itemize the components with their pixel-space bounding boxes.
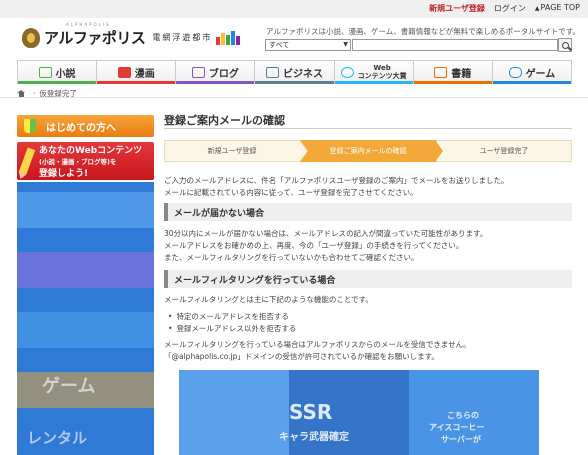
body-line: 30分以内にメールが届かない場合は、メールアドレスの記入が間違っていた可能性があ… bbox=[164, 229, 488, 238]
nav-item-game[interactable]: ゲーム bbox=[492, 61, 571, 84]
step-label: 登録ご案内メールの確認 bbox=[329, 147, 407, 155]
books-illustration-icon bbox=[216, 30, 241, 45]
intro-line: メールに記載されている内容に従って、ユーザ登録を完了させてください。 bbox=[164, 188, 418, 197]
nav-item-label: ブログ bbox=[208, 68, 239, 80]
step-3: ユーザ登録完了 bbox=[436, 140, 572, 162]
body-line: メールアドレスをお確かめの上、再度、今の「ユーザ登録」の手続きを行ってください。 bbox=[164, 241, 464, 250]
nav-underline bbox=[413, 81, 492, 84]
nav-item-label: ゲーム bbox=[525, 68, 556, 80]
chevron-right-icon: › bbox=[33, 90, 36, 97]
nav-underline bbox=[255, 81, 334, 84]
nav-underline bbox=[492, 81, 571, 84]
site-logo[interactable]: ALPHAPOLIS アルファポリス 電網浮遊都市 bbox=[22, 22, 241, 48]
nav-item-business[interactable]: ビジネス bbox=[255, 61, 335, 84]
nav-item-blog[interactable]: ブログ bbox=[176, 61, 256, 84]
chevron-down-icon: ▼ bbox=[343, 41, 348, 48]
nav-item-label: ビジネス bbox=[282, 68, 323, 80]
webcontent-line1: あなたのWebコンテンツ bbox=[39, 146, 143, 156]
banner-panel bbox=[17, 312, 154, 348]
pagetop-label: PAGE TOP bbox=[540, 3, 580, 12]
intro-line: ご入力のメールアドレスに、件名「アルファポリスユーザ登録のご案内」でメールをお送… bbox=[164, 176, 509, 185]
nav-item-label: Web コンテンツ大賞 bbox=[357, 64, 407, 80]
first-time-guide-label: はじめての方へ bbox=[46, 122, 116, 134]
banner-panel bbox=[17, 252, 154, 288]
nav-underline bbox=[176, 81, 255, 84]
ad-panel bbox=[179, 370, 289, 455]
logo-text: アルファポリス bbox=[44, 29, 146, 47]
nav-item-manga[interactable]: 漫画 bbox=[97, 61, 177, 84]
triangle-up-icon: ▲ bbox=[534, 5, 540, 12]
ad-text: こちらの bbox=[447, 411, 479, 420]
logo-ruby: ALPHAPOLIS bbox=[66, 22, 111, 27]
page-title: 登録ご案内メールの確認 bbox=[164, 114, 285, 127]
list-item: 登録メールアドレス以外を拒否する bbox=[168, 323, 296, 335]
progress-steps: 新規ユーザ登録 登録ご案内メールの確認 ユーザ登録完了 bbox=[164, 140, 572, 162]
nav-item-label: 書籍 bbox=[451, 68, 472, 80]
logo-subtitle: 電網浮遊都市 bbox=[152, 33, 213, 42]
register-web-content-text: あなたのWebコンテンツ (小説・漫画・ブログ等)を 登録しよう! bbox=[39, 143, 142, 179]
ad-text: キャラ武器確定 bbox=[279, 432, 349, 443]
nav-underline bbox=[97, 81, 176, 84]
blog-icon bbox=[191, 66, 205, 78]
register-web-content-button[interactable]: あなたのWebコンテンツ (小説・漫画・ブログ等)を 登録しよう! bbox=[17, 142, 154, 180]
bottom-banner-ad[interactable]: SSR キャラ武器確定 こちらの アイスコーヒー サーバーが bbox=[179, 370, 539, 455]
section-heading: メールフィルタリングを行っている場合 bbox=[164, 270, 572, 288]
webcontent-line3: 登録しよう! bbox=[39, 169, 89, 179]
section2-intro: メールフィルタリングとは主に下記のような機能のことです。 bbox=[164, 295, 373, 304]
nav-item-web-contents-award[interactable]: Web コンテンツ大賞 bbox=[334, 61, 414, 84]
login-link[interactable]: ログイン bbox=[494, 3, 526, 14]
chart-icon bbox=[265, 66, 279, 78]
step-1: 新規ユーザ登録 bbox=[164, 140, 308, 162]
search-category-value: すべて bbox=[269, 41, 290, 49]
nav-underline bbox=[18, 81, 97, 84]
nav-item-books[interactable]: 書籍 bbox=[413, 61, 493, 84]
search-category-select[interactable]: すべて ▼ bbox=[265, 39, 351, 51]
search-button[interactable] bbox=[558, 38, 572, 52]
top-links: 新規ユーザ登録 ログイン ▲PAGE TOP bbox=[429, 3, 580, 14]
manga-icon bbox=[117, 66, 131, 78]
step-2-current: 登録ご案内メールの確認 bbox=[300, 140, 443, 162]
intro-text: ご入力のメールアドレスに、件名「アルファポリスユーザ登録のご案内」でメールをお送… bbox=[164, 175, 509, 199]
banner-word: レンタル bbox=[27, 429, 88, 447]
sidebar-banner-ad[interactable]: ゲーム レンタル bbox=[17, 182, 154, 455]
open-book-icon bbox=[434, 66, 448, 78]
body-line: また、メールフィルタリングを行っていないかも合わせてご確認ください。 bbox=[164, 253, 419, 262]
body-line: メールフィルタリングを行っている場合はアルファポリスからのメールを受信できません… bbox=[164, 340, 471, 349]
section1-body: 30分以内にメールが届かない場合は、メールアドレスの記入が間違っていた可能性があ… bbox=[164, 228, 487, 264]
pencil-icon bbox=[18, 147, 36, 175]
banner-word: ゲーム bbox=[42, 376, 96, 397]
list-item: 特定のメールアドレスを拒否する bbox=[168, 311, 296, 323]
body-line: 「@alphapolis.co.jp」ドメインの受信が許可されているか確認をお願… bbox=[164, 352, 439, 361]
home-icon[interactable] bbox=[17, 90, 25, 97]
nav-item-novel[interactable]: 小説 bbox=[18, 61, 98, 84]
search-input[interactable] bbox=[352, 39, 558, 51]
top-bar: 新規ユーザ登録 ログイン ▲PAGE TOP bbox=[0, 0, 588, 18]
site-tagline: アルファポリスは小説、漫画、ゲーム、書籍情報などが無料で楽しめるポータルサイトで… bbox=[266, 27, 580, 36]
book-icon bbox=[38, 66, 52, 78]
nav-item-label: 小説 bbox=[55, 68, 76, 80]
webcontent-line2: (小説・漫画・ブログ等)を bbox=[39, 158, 117, 166]
nav-item-label: 漫画 bbox=[134, 68, 155, 80]
gamepad-icon bbox=[508, 66, 522, 78]
filter-list: 特定のメールアドレスを拒否する 登録メールアドレス以外を拒否する bbox=[168, 311, 296, 335]
search-icon bbox=[561, 41, 569, 49]
divider bbox=[164, 128, 572, 129]
register-link[interactable]: 新規ユーザ登録 bbox=[429, 3, 485, 14]
section2-body: メールフィルタリングを行っている場合はアルファポリスからのメールを受信できません… bbox=[164, 339, 471, 363]
first-time-guide-button[interactable]: はじめての方へ bbox=[17, 115, 154, 137]
ad-text: アイスコーヒー bbox=[429, 423, 485, 432]
pagetop-link[interactable]: ▲PAGE TOP bbox=[535, 3, 580, 14]
step-label: ユーザ登録完了 bbox=[479, 147, 529, 155]
ad-text: サーバーが bbox=[441, 435, 481, 444]
section-heading: メールが届かない場合 bbox=[164, 203, 572, 221]
global-nav: 小説 漫画 ブログ ビジネス Web コンテンツ大賞 書籍 ゲーム bbox=[17, 60, 572, 84]
award-icon bbox=[340, 66, 354, 78]
step-label: 新規ユーザ登録 bbox=[207, 147, 257, 155]
nav-underline bbox=[334, 81, 413, 84]
divider bbox=[0, 97, 588, 98]
beginner-mark-icon bbox=[24, 119, 36, 133]
logo-emblem-icon bbox=[22, 27, 40, 48]
ad-text: SSR bbox=[289, 400, 333, 424]
banner-panel bbox=[17, 192, 154, 228]
